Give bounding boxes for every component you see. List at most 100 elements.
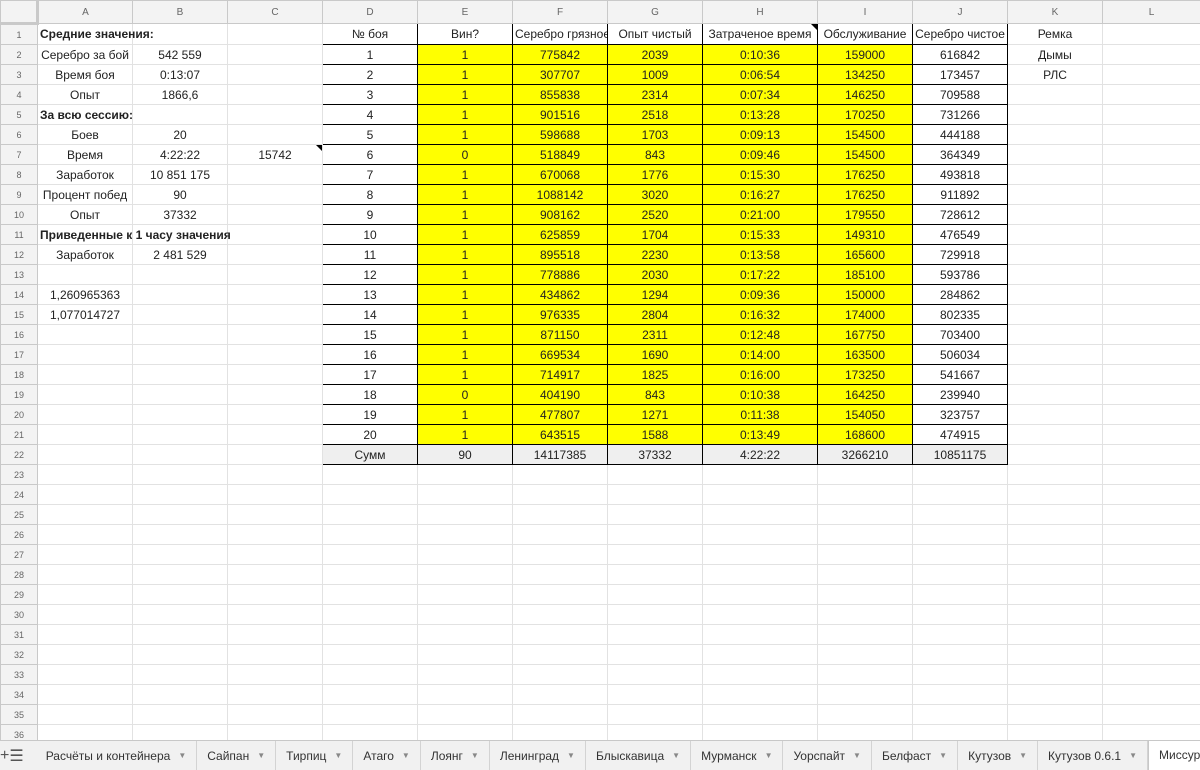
cell-c29[interactable] bbox=[227, 584, 323, 605]
cell-j17[interactable]: 506034 bbox=[912, 344, 1008, 365]
cell-b5[interactable] bbox=[132, 104, 228, 125]
cell-e9[interactable]: 1 bbox=[417, 184, 513, 205]
cell-h31[interactable] bbox=[702, 624, 818, 645]
cell-k24[interactable] bbox=[1007, 484, 1103, 505]
cell-g30[interactable] bbox=[607, 604, 703, 625]
cell-g14[interactable]: 1294 bbox=[607, 284, 703, 305]
cell-j22[interactable]: 10851175 bbox=[912, 444, 1008, 465]
dropdown-arrow-icon[interactable]: ▼ bbox=[471, 751, 479, 760]
cell-j10[interactable]: 728612 bbox=[912, 204, 1008, 225]
cell-h30[interactable] bbox=[702, 604, 818, 625]
cell-j1[interactable]: Серебро чистое bbox=[912, 23, 1008, 45]
cell-f16[interactable]: 871150 bbox=[512, 324, 608, 345]
cell-d2[interactable]: 1 bbox=[322, 44, 418, 65]
cell-i22[interactable]: 3266210 bbox=[817, 444, 913, 465]
cell-c32[interactable] bbox=[227, 644, 323, 665]
cell-k22[interactable] bbox=[1007, 444, 1103, 465]
cell-i33[interactable] bbox=[817, 664, 913, 685]
cell-c11[interactable] bbox=[227, 224, 323, 245]
cell-j14[interactable]: 284862 bbox=[912, 284, 1008, 305]
cell-i26[interactable] bbox=[817, 524, 913, 545]
cell-d11[interactable]: 10 bbox=[322, 224, 418, 245]
cell-b33[interactable] bbox=[132, 664, 228, 685]
cell-j18[interactable]: 541667 bbox=[912, 364, 1008, 385]
cell-l3[interactable] bbox=[1102, 64, 1200, 85]
cell-g5[interactable]: 2518 bbox=[607, 104, 703, 125]
cell-g32[interactable] bbox=[607, 644, 703, 665]
cell-d21[interactable]: 20 bbox=[322, 424, 418, 445]
cell-j7[interactable]: 364349 bbox=[912, 144, 1008, 165]
cell-a16[interactable] bbox=[37, 324, 133, 345]
cell-e21[interactable]: 1 bbox=[417, 424, 513, 445]
cell-g23[interactable] bbox=[607, 464, 703, 485]
cell-g26[interactable] bbox=[607, 524, 703, 545]
cell-e23[interactable] bbox=[417, 464, 513, 485]
cell-d32[interactable] bbox=[322, 644, 418, 665]
cell-l19[interactable] bbox=[1102, 384, 1200, 405]
cell-e30[interactable] bbox=[417, 604, 513, 625]
dropdown-arrow-icon[interactable]: ▼ bbox=[402, 751, 410, 760]
cell-c18[interactable] bbox=[227, 364, 323, 385]
cell-a3[interactable]: Время боя bbox=[37, 64, 133, 85]
cell-l16[interactable] bbox=[1102, 324, 1200, 345]
cell-h27[interactable] bbox=[702, 544, 818, 565]
sheet-tab[interactable]: Атаго ▼ bbox=[353, 741, 421, 770]
cell-c3[interactable] bbox=[227, 64, 323, 85]
cell-c17[interactable] bbox=[227, 344, 323, 365]
cell-h5[interactable]: 0:13:28 bbox=[702, 104, 818, 125]
cell-j30[interactable] bbox=[912, 604, 1008, 625]
row-header[interactable]: 26 bbox=[0, 524, 38, 545]
cell-d22[interactable]: Сумм bbox=[322, 444, 418, 465]
cell-j32[interactable] bbox=[912, 644, 1008, 665]
cell-k10[interactable] bbox=[1007, 204, 1103, 225]
cell-f25[interactable] bbox=[512, 504, 608, 525]
row-header[interactable]: 2 bbox=[0, 44, 38, 65]
cell-j21[interactable]: 474915 bbox=[912, 424, 1008, 445]
cell-c31[interactable] bbox=[227, 624, 323, 645]
cell-b34[interactable] bbox=[132, 684, 228, 705]
cell-g9[interactable]: 3020 bbox=[607, 184, 703, 205]
sheet-tab[interactable]: Тирпиц ▼ bbox=[276, 741, 354, 770]
cell-k20[interactable] bbox=[1007, 404, 1103, 425]
dropdown-arrow-icon[interactable]: ▼ bbox=[178, 751, 186, 760]
cell-b32[interactable] bbox=[132, 644, 228, 665]
cell-a36[interactable] bbox=[37, 724, 133, 740]
cell-h21[interactable]: 0:13:49 bbox=[702, 424, 818, 445]
cell-i35[interactable] bbox=[817, 704, 913, 725]
cell-k13[interactable] bbox=[1007, 264, 1103, 285]
cell-e31[interactable] bbox=[417, 624, 513, 645]
cell-d25[interactable] bbox=[322, 504, 418, 525]
cell-a4[interactable]: Опыт bbox=[37, 84, 133, 105]
cell-c30[interactable] bbox=[227, 604, 323, 625]
cell-k16[interactable] bbox=[1007, 324, 1103, 345]
cell-k12[interactable] bbox=[1007, 244, 1103, 265]
cell-a20[interactable] bbox=[37, 404, 133, 425]
cell-l20[interactable] bbox=[1102, 404, 1200, 425]
cell-g27[interactable] bbox=[607, 544, 703, 565]
cell-e29[interactable] bbox=[417, 584, 513, 605]
cell-e35[interactable] bbox=[417, 704, 513, 725]
row-header[interactable]: 32 bbox=[0, 644, 38, 665]
cell-c12[interactable] bbox=[227, 244, 323, 265]
cell-l31[interactable] bbox=[1102, 624, 1200, 645]
cell-h25[interactable] bbox=[702, 504, 818, 525]
select-all-corner[interactable] bbox=[0, 0, 39, 25]
cell-k29[interactable] bbox=[1007, 584, 1103, 605]
row-header[interactable]: 14 bbox=[0, 284, 38, 305]
cell-i36[interactable] bbox=[817, 724, 913, 740]
sheet-tab[interactable]: Кутузов 0.6.1 ▼ bbox=[1038, 741, 1149, 770]
cell-i19[interactable]: 164250 bbox=[817, 384, 913, 405]
cell-j13[interactable]: 593786 bbox=[912, 264, 1008, 285]
cell-g31[interactable] bbox=[607, 624, 703, 645]
cell-d1[interactable]: № боя bbox=[322, 23, 418, 45]
cell-g4[interactable]: 2314 bbox=[607, 84, 703, 105]
cell-b30[interactable] bbox=[132, 604, 228, 625]
cell-f3[interactable]: 307707 bbox=[512, 64, 608, 85]
cell-f20[interactable]: 477807 bbox=[512, 404, 608, 425]
cell-b22[interactable] bbox=[132, 444, 228, 465]
cell-k5[interactable] bbox=[1007, 104, 1103, 125]
cell-l17[interactable] bbox=[1102, 344, 1200, 365]
cell-g7[interactable]: 843 bbox=[607, 144, 703, 165]
cell-f6[interactable]: 598688 bbox=[512, 124, 608, 145]
cell-e15[interactable]: 1 bbox=[417, 304, 513, 325]
